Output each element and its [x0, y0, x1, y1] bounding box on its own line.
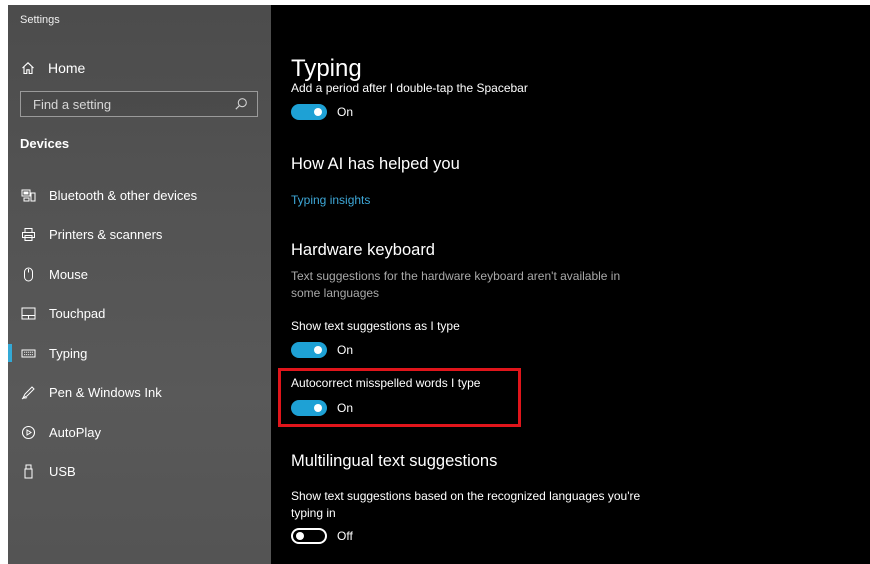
pen-icon — [21, 385, 36, 400]
sidebar-item-label: Typing — [49, 345, 88, 361]
sidebar-item-typing[interactable]: Typing — [8, 335, 271, 371]
sidebar-item-label: Bluetooth & other devices — [49, 187, 198, 203]
home-icon — [20, 60, 36, 76]
multilingual-heading: Multilingual text suggestions — [291, 452, 498, 470]
multilingual-toggle-switch[interactable] — [291, 528, 327, 544]
usb-icon — [21, 464, 36, 479]
toggle-state-label: Off — [337, 529, 353, 543]
search-icon[interactable] — [234, 97, 248, 111]
toggle-knob — [296, 532, 304, 540]
hardware-keyboard-heading: Hardware keyboard — [291, 241, 435, 259]
text-suggestions-label: Show text suggestions as I type — [291, 319, 460, 333]
sidebar-item-label: Touchpad — [49, 305, 106, 321]
period-toggle-switch[interactable] — [291, 104, 327, 120]
sidebar-item-label: Mouse — [49, 266, 89, 282]
sidebar-item-label: USB — [49, 463, 76, 479]
ai-section-heading: How AI has helped you — [291, 155, 460, 173]
hardware-keyboard-description: Text suggestions for the hardware keyboa… — [291, 269, 621, 300]
sidebar: Settings Home Find a setting Devices Blu… — [8, 5, 271, 564]
toggle-state-label: On — [337, 343, 354, 357]
autocorrect-highlight-box — [278, 368, 521, 427]
toggle-knob — [314, 108, 322, 116]
sidebar-item-label: Pen & Windows Ink — [49, 384, 162, 400]
sidebar-item-bluetooth[interactable]: Bluetooth & other devices — [8, 177, 271, 213]
sidebar-item-usb[interactable]: USB — [8, 453, 271, 489]
sidebar-item-autoplay[interactable]: AutoPlay — [8, 414, 271, 450]
search-placeholder: Find a setting — [33, 96, 112, 112]
period-setting-label: Add a period after I double-tap the Spac… — [291, 81, 528, 95]
keyboard-icon — [21, 346, 36, 361]
search-input[interactable]: Find a setting — [20, 91, 258, 117]
home-label: Home — [48, 60, 86, 76]
multilingual-toggle-row: Off — [291, 526, 353, 546]
home-nav-item[interactable]: Home — [20, 58, 85, 78]
settings-window: Settings Home Find a setting Devices Blu… — [8, 5, 870, 564]
sidebar-item-label: AutoPlay — [49, 424, 102, 440]
mouse-icon — [21, 267, 36, 282]
app-title: Settings — [20, 14, 60, 26]
toggle-state-label: On — [337, 105, 354, 119]
bluetooth-devices-icon — [21, 188, 36, 203]
sidebar-item-printers[interactable]: Printers & scanners — [8, 216, 271, 252]
sidebar-item-pen[interactable]: Pen & Windows Ink — [8, 374, 271, 410]
text-suggestions-toggle-switch[interactable] — [291, 342, 327, 358]
typing-insights-link[interactable]: Typing insights — [291, 193, 370, 207]
sidebar-item-touchpad[interactable]: Touchpad — [8, 295, 271, 331]
sidebar-item-label: Printers & scanners — [49, 226, 163, 242]
page-title: Typing — [291, 55, 362, 82]
text-suggestions-toggle-row: On — [291, 340, 353, 360]
autoplay-icon — [21, 425, 36, 440]
sidebar-item-mouse[interactable]: Mouse — [8, 256, 271, 292]
period-setting-toggle-row: On — [291, 102, 353, 122]
devices-section-heading: Devices — [20, 136, 70, 151]
multilingual-description: Show text suggestions based on the recog… — [291, 489, 641, 520]
printer-icon — [21, 227, 36, 242]
main-content: Typing Add a period after I double-tap t… — [271, 5, 870, 564]
toggle-knob — [314, 346, 322, 354]
touchpad-icon — [21, 306, 36, 321]
